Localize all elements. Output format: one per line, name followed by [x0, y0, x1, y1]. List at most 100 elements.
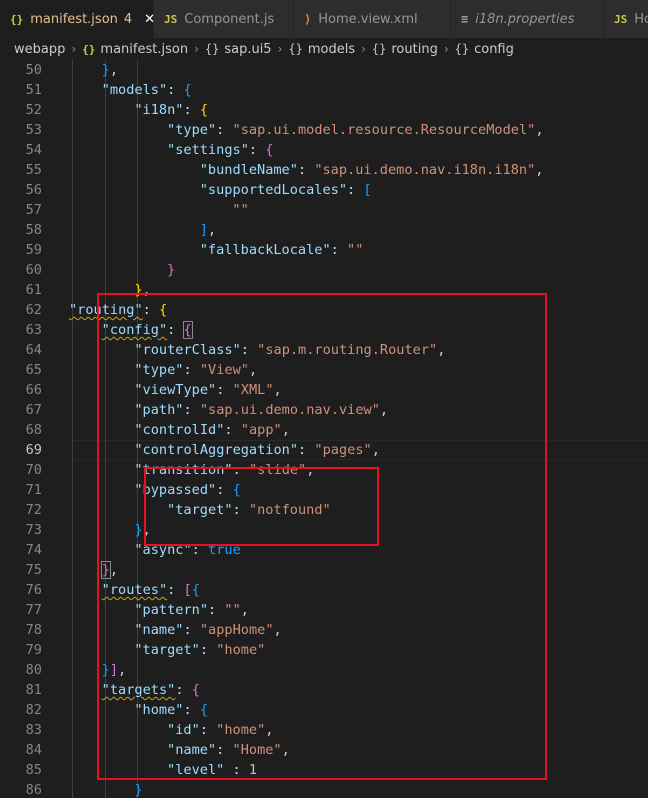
code-line[interactable]: 80}],	[0, 660, 648, 680]
code-text: ""	[232, 202, 249, 218]
chevron-right-icon: ›	[361, 42, 366, 56]
tab-i18n-properties[interactable]: ≡ i18n.properties	[451, 0, 604, 38]
line-number: 80	[25, 662, 42, 678]
code-line[interactable]: 56 "supportedLocales": [	[0, 180, 648, 200]
line-number: 67	[25, 402, 42, 418]
code-line[interactable]: 66 "viewType": "XML",	[0, 380, 648, 400]
line-number: 76	[25, 582, 42, 598]
code-text: "targets": {	[101, 682, 200, 698]
code-line[interactable]: 68 "controlId": "app",	[0, 420, 648, 440]
breadcrumb-item-webapp[interactable]: webapp	[14, 42, 65, 57]
object-icon: {}	[204, 42, 220, 56]
line-number: 70	[25, 462, 42, 478]
editor-tab-bar: {} manifest.json 4 ✕ JS Component.js ⟩ H…	[0, 0, 648, 38]
line-number: 79	[25, 642, 42, 658]
code-text: "type": "sap.ui.model.resource.ResourceM…	[167, 122, 544, 138]
code-line[interactable]: 69 "controlAggregation": "pages",	[0, 440, 648, 460]
code-line[interactable]: 76 "routes": [{	[0, 580, 648, 600]
code-text: "async": true	[134, 542, 241, 558]
breadcrumb-item-manifest[interactable]: manifest.json	[100, 42, 188, 57]
line-number: 73	[25, 522, 42, 538]
code-text: "pattern": "",	[134, 602, 249, 618]
tab-label: manifest.json	[30, 11, 118, 27]
code-text: },	[134, 522, 151, 538]
code-line[interactable]: 55 "bundleName": "sap.ui.demo.nav.i18n.i1…	[0, 160, 648, 180]
code-line[interactable]: 82 "home": {	[0, 700, 648, 720]
line-number: 56	[25, 182, 42, 198]
breadcrumb-item-config[interactable]: config	[474, 42, 514, 57]
code-line[interactable]: 85 "level" : 1	[0, 760, 648, 780]
code-line[interactable]: 74 "async": true	[0, 540, 648, 560]
breadcrumb-item-models[interactable]: models	[308, 42, 355, 57]
javascript-icon: JS	[164, 12, 178, 26]
breadcrumb-item-routing[interactable]: routing	[391, 42, 437, 57]
chevron-right-icon: ›	[443, 42, 449, 56]
code-line[interactable]: 52 "i18n": {	[0, 100, 648, 120]
code-line[interactable]: 75},	[0, 560, 648, 580]
code-line[interactable]: 50},	[0, 60, 648, 80]
code-text: "routing": {	[69, 302, 168, 318]
code-line[interactable]: 67 "path": "sap.ui.demo.nav.view",	[0, 400, 648, 420]
tab-home-view-xml[interactable]: ⟩ Home.view.xml	[294, 0, 451, 38]
code-line[interactable]: 64 "routerClass": "sap.m.routing.Router",	[0, 340, 648, 360]
chevron-right-icon: ›	[194, 42, 199, 56]
code-line[interactable]: 86}	[0, 780, 648, 798]
json-icon: {}	[10, 12, 24, 26]
code-text: "config": {	[101, 321, 193, 339]
tab-manifest-json[interactable]: {} manifest.json 4 ✕	[0, 0, 155, 38]
code-line[interactable]: 79 "target": "home"	[0, 640, 648, 660]
line-number: 84	[25, 742, 42, 758]
code-text: "id": "home",	[167, 722, 274, 738]
code-line[interactable]: 54 "settings": {	[0, 140, 648, 160]
code-line[interactable]: 53 "type": "sap.ui.model.resource.Resourc…	[0, 120, 648, 140]
line-number: 66	[25, 382, 42, 398]
breadcrumb: webapp › {} manifest.json › {} sap.ui5 ›…	[0, 38, 648, 60]
chevron-right-icon: ›	[71, 42, 77, 56]
object-icon: {}	[371, 42, 387, 56]
code-text: "level" : 1	[167, 762, 258, 778]
tab-home-js[interactable]: JS Ho	[604, 0, 648, 38]
code-text: ],	[199, 222, 217, 238]
code-text: "target": "home"	[134, 642, 266, 658]
code-line[interactable]: 73},	[0, 520, 648, 540]
code-line[interactable]: 81 "targets": {	[0, 680, 648, 700]
code-text: "name": "appHome",	[134, 622, 282, 638]
code-text: "models": {	[101, 82, 192, 98]
code-line[interactable]: 60}	[0, 260, 648, 280]
tab-label: Ho	[634, 11, 648, 27]
line-number: 75	[25, 562, 42, 578]
code-line[interactable]: 62 "routing": {	[0, 300, 648, 320]
code-line[interactable]: 63 "config": {	[0, 320, 648, 340]
code-line[interactable]: 83 "id": "home",	[0, 720, 648, 740]
code-text: "name": "Home",	[167, 742, 290, 758]
code-line[interactable]: 71 "bypassed": {	[0, 480, 648, 500]
code-line[interactable]: 51 "models": {	[0, 80, 648, 100]
code-text: }	[167, 262, 176, 278]
line-number: 58	[25, 222, 42, 238]
code-line[interactable]: 59 "fallbackLocale": ""	[0, 240, 648, 260]
line-number: 52	[25, 102, 42, 118]
properties-icon: ≡	[461, 12, 469, 26]
code-line[interactable]: 84 "name": "Home",	[0, 740, 648, 760]
code-line[interactable]: 65 "type": "View",	[0, 360, 648, 380]
line-number: 51	[25, 82, 42, 98]
code-line[interactable]: 78 "name": "appHome",	[0, 620, 648, 640]
code-line[interactable]: 57 ""	[0, 200, 648, 220]
line-number: 55	[25, 162, 42, 178]
line-number: 63	[25, 322, 42, 338]
json-icon: {}	[82, 42, 96, 56]
code-text: },	[100, 561, 119, 579]
code-text: }	[134, 782, 143, 798]
code-line[interactable]: 61},	[0, 280, 648, 300]
javascript-icon: JS	[614, 12, 628, 26]
tab-component-js[interactable]: JS Component.js	[154, 0, 294, 38]
code-editor[interactable]: 50}, 51 "models": { 52 "i18n": {53 "type": "s…	[0, 60, 648, 798]
code-text: "bundleName": "sap.ui.demo.nav.i18n.i18n…	[199, 162, 544, 178]
code-line[interactable]: 77 "pattern": "",	[0, 600, 648, 620]
object-icon: {}	[288, 42, 303, 56]
code-line[interactable]: 58],	[0, 220, 648, 240]
line-number: 82	[25, 702, 42, 718]
breadcrumb-item-sap-ui5[interactable]: sap.ui5	[224, 42, 271, 57]
code-line[interactable]: 70 "transition": "slide",	[0, 460, 648, 480]
code-line[interactable]: 72 "target": "notfound"	[0, 500, 648, 520]
